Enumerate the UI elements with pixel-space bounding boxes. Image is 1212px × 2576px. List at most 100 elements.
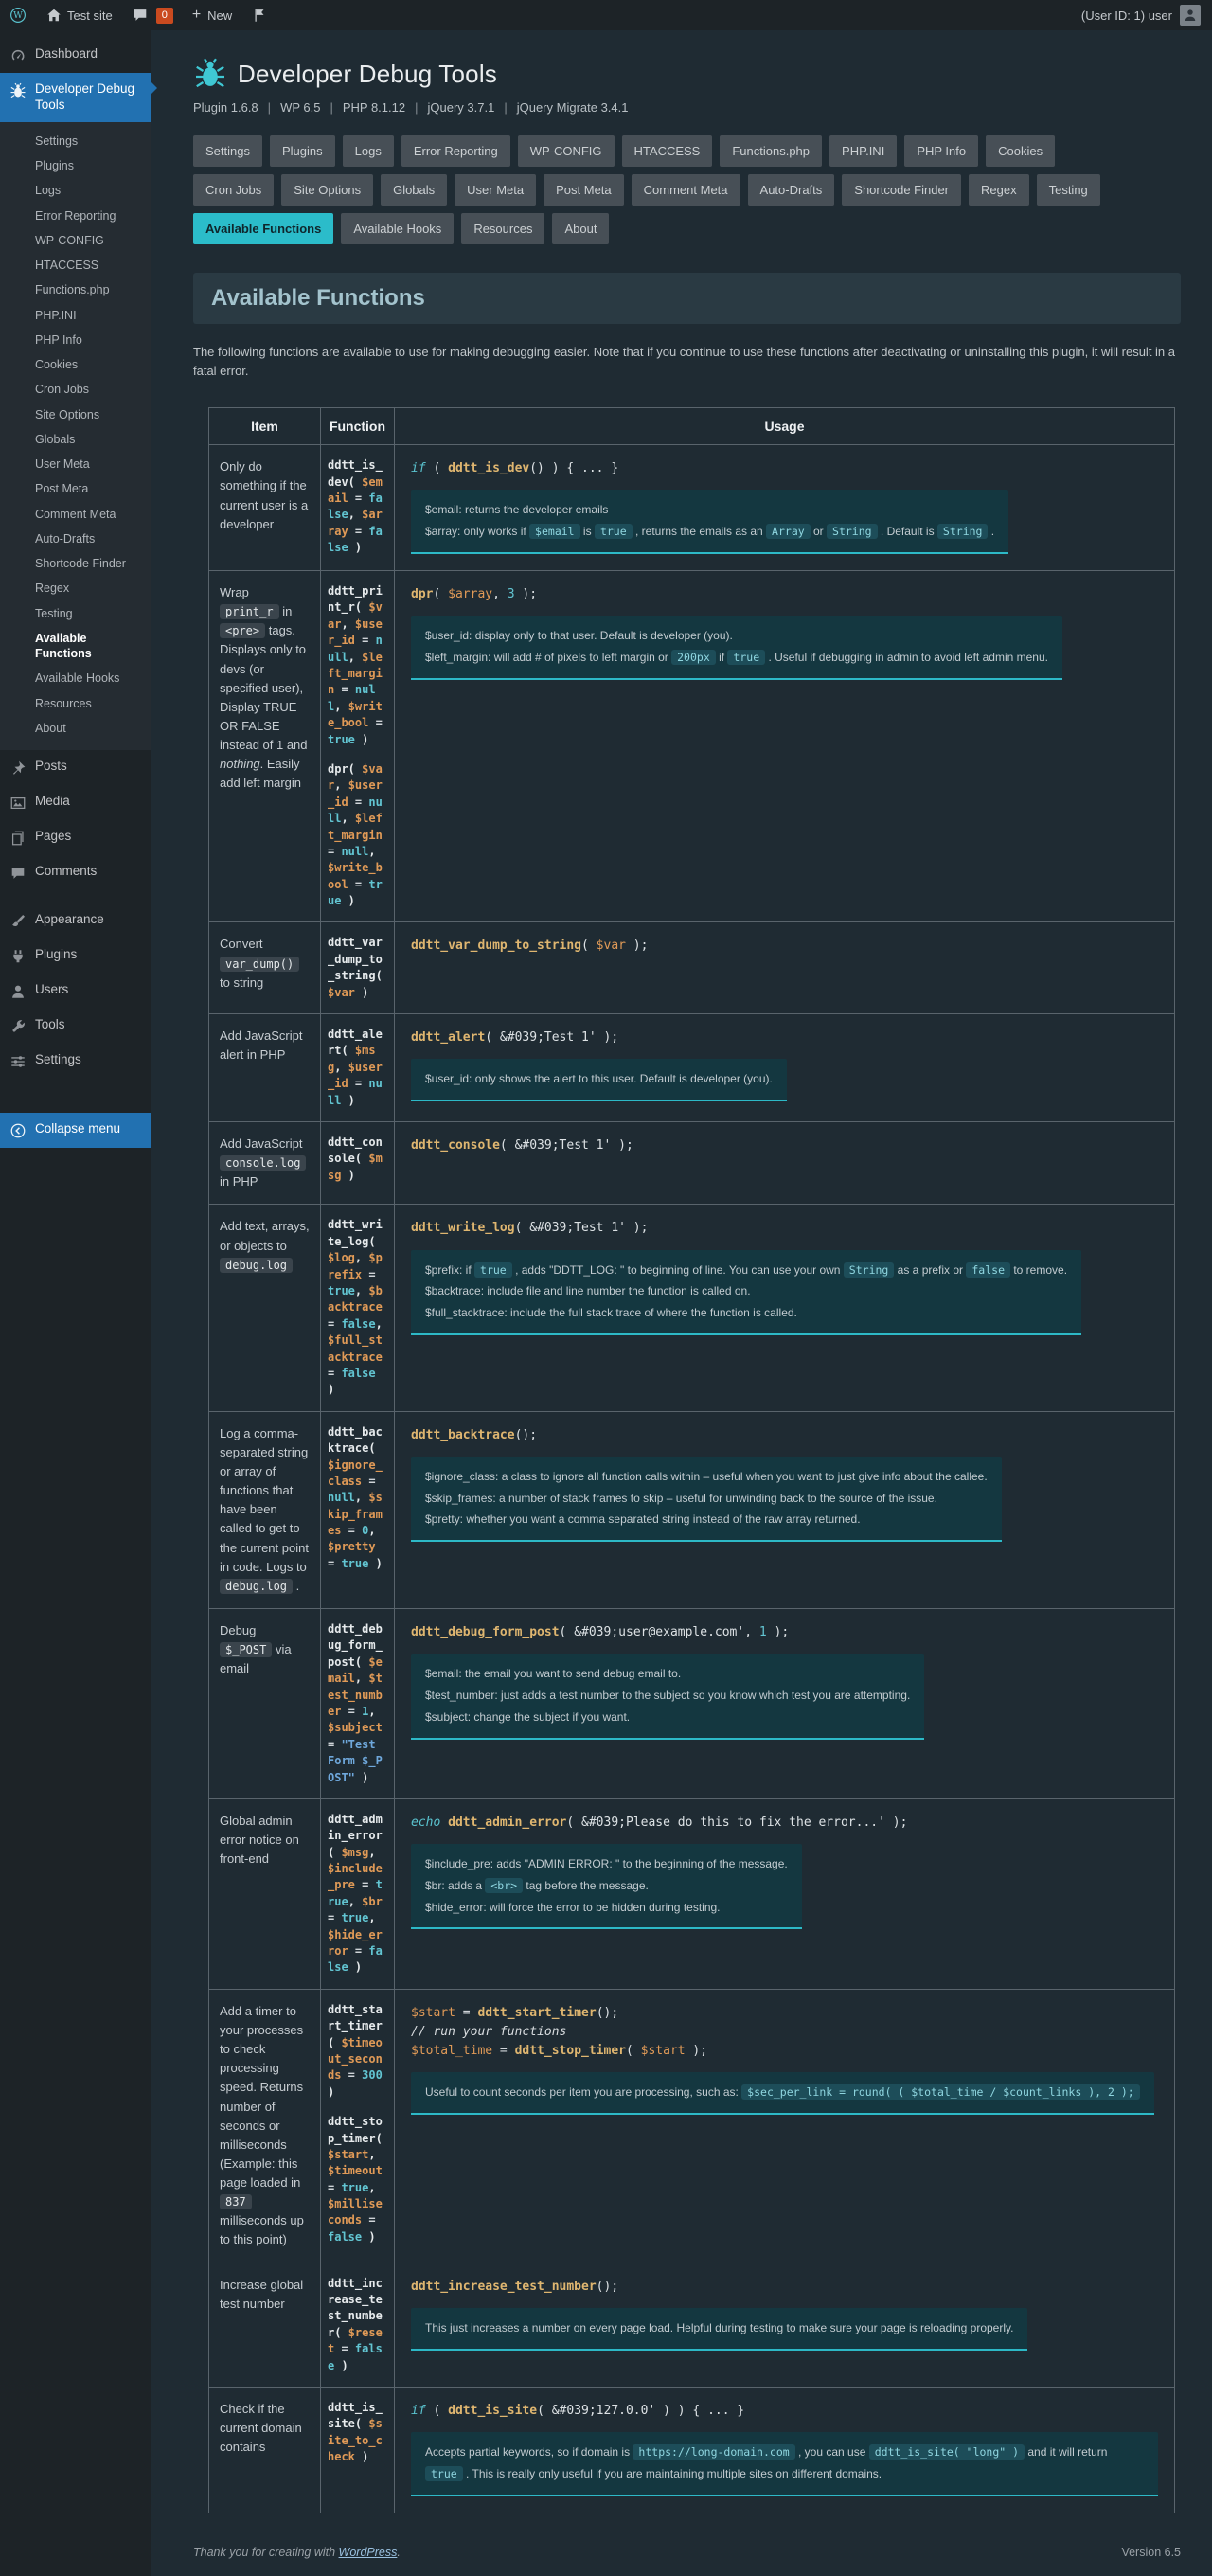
tab-plugins[interactable]: Plugins [269,135,335,167]
sidebar-subitem-available-functions[interactable]: Available Functions [0,626,152,667]
tab-site-options[interactable]: Site Options [281,174,374,206]
tab-post-meta[interactable]: Post Meta [544,174,624,206]
sidebar-item-plugins[interactable]: Plugins [0,939,152,974]
layout: Dashboard Developer Debug Tools Settings… [0,0,1212,2576]
tab-available-functions[interactable]: Available Functions [193,213,334,244]
admin-bar-right: (User ID: 1) user [1081,5,1212,26]
site-name-menu[interactable]: Test site [36,0,122,30]
tab-cron-jobs[interactable]: Cron Jobs [193,174,275,206]
sidebar-item-posts[interactable]: Posts [0,750,152,785]
sidebar-item-media[interactable]: Media [0,785,152,820]
sidebar-item-label: Appearance [35,912,104,926]
user-icon [1183,8,1198,23]
sidebar-item-label: Settings [35,1052,81,1066]
sidebar-subitem-shortcode-finder[interactable]: Shortcode Finder [0,551,152,576]
usage-code-line: dpr( $array, 3 ); [411,587,538,602]
tab-about[interactable]: About [552,213,610,244]
sidebar-subitem-post-meta[interactable]: Post Meta [0,476,152,501]
wordpress-link[interactable]: WordPress [339,2546,398,2559]
sidebar-subitem-functions-php[interactable]: Functions.php [0,277,152,302]
tab-php-ini[interactable]: PHP.INI [829,135,898,167]
usage-code-line: if ( ddtt_is_dev() ) { ... } [411,461,619,476]
meta-item: jQuery 3.7.1 [427,100,495,115]
pages-icon [9,830,27,847]
sidebar-subitem-php-info[interactable]: PHP Info [0,328,152,352]
tab-htaccess[interactable]: HTACCESS [621,135,713,167]
wp-logo-menu[interactable]: W [0,0,36,30]
sidebar-subitem-settings[interactable]: Settings [0,129,152,153]
usage-code-line: ddtt_var_dump_to_string( $var ); [411,939,649,954]
tab-settings[interactable]: Settings [193,135,262,167]
sidebar-subitem-available-hooks[interactable]: Available Hooks [0,666,152,690]
sidebar-subitem-testing[interactable]: Testing [0,601,152,626]
sidebar-subitem-cookies[interactable]: Cookies [0,352,152,377]
sidebar-subitem-wp-config[interactable]: WP-CONFIG [0,228,152,253]
tab-logs[interactable]: Logs [342,135,394,167]
sidebar-subitem-comment-meta[interactable]: Comment Meta [0,502,152,527]
usage-code-line: $total_time = ddtt_stop_timer( $start ); [411,2044,708,2059]
comments-icon [9,865,27,882]
tab-globals[interactable]: Globals [381,174,448,206]
tab-php-info[interactable]: PHP Info [904,135,979,167]
usage-note-box: $include_pre: adds "ADMIN ERROR: " to th… [411,1844,802,1930]
table-row: Add JavaScript alert in PHP ddtt_alert( $… [208,1013,1175,1122]
tab-auto-drafts[interactable]: Auto-Drafts [747,174,835,206]
sidebar-subitem-user-meta[interactable]: User Meta [0,452,152,476]
sidebar-item-dashboard[interactable]: Dashboard [0,38,152,73]
sidebar-item-developer-debug-tools[interactable]: Developer Debug Tools [0,73,157,122]
sidebar-subitem-error-reporting[interactable]: Error Reporting [0,204,152,228]
sidebar-subitem-resources[interactable]: Resources [0,691,152,716]
sidebar-subitem-plugins[interactable]: Plugins [0,153,152,178]
tab-cookies[interactable]: Cookies [986,135,1056,167]
sidebar-subitem-about[interactable]: About [0,716,152,741]
function-cell: ddtt_increase_test_number( $reset = fals… [320,2262,395,2388]
posts-icon [9,760,27,777]
collapse-menu-button[interactable]: Collapse menu [0,1113,152,1148]
usage-code-line: ddtt_backtrace(); [411,1427,538,1442]
sidebar-item-label: Posts [35,759,67,773]
tab-testing[interactable]: Testing [1036,174,1100,206]
tab-shortcode-finder[interactable]: Shortcode Finder [842,174,962,206]
sidebar-subitem-htaccess[interactable]: HTACCESS [0,253,152,277]
sidebar-item-tools[interactable]: Tools [0,1009,152,1044]
usage-note-box: $user_id: display only to that user. Def… [411,616,1062,680]
sidebar-subitem-cron-jobs[interactable]: Cron Jobs [0,377,152,402]
sidebar-item-appearance[interactable]: Appearance [0,903,152,939]
site-name-label: Test site [67,8,113,23]
tab-regex[interactable]: Regex [969,174,1029,206]
function-cell: ddtt_write_log( $log, $prefix = true, $b… [320,1204,395,1412]
sidebar-subitem-logs[interactable]: Logs [0,178,152,203]
usage-cell: echo ddtt_admin_error( &#039;Please do t… [394,1798,1175,1990]
usage-cell: ddtt_write_log( &#039;Test 1' ); $prefix:… [394,1204,1175,1412]
tab-user-meta[interactable]: User Meta [454,174,537,206]
avatar[interactable] [1180,5,1201,26]
item-cell: Wrap print_r in <pre> tags. Displays onl… [208,570,321,923]
tab-comment-meta[interactable]: Comment Meta [631,174,740,206]
new-content-menu[interactable]: + New [183,0,241,30]
sidebar-subitem-regex[interactable]: Regex [0,576,152,600]
table-row: Only do something if the current user is… [208,444,1175,572]
tab-available-hooks[interactable]: Available Hooks [341,213,454,244]
sidebar-subitem-site-options[interactable]: Site Options [0,402,152,427]
sidebar-item-label: Dashboard [35,46,98,61]
item-cell: Debug $_POST via email [208,1607,321,1799]
table-row: Add JavaScript console.log in PHP ddtt_co… [208,1120,1175,1206]
sidebar-subitem-auto-drafts[interactable]: Auto-Drafts [0,527,152,551]
tab-error-reporting[interactable]: Error Reporting [401,135,510,167]
tab-resources[interactable]: Resources [461,213,545,244]
bug-icon [9,82,27,99]
comments-menu[interactable]: 0 [122,0,183,30]
column-header-item: Item [208,407,321,446]
item-cell: Convert var_dump() to string [208,921,321,1015]
sidebar-subitem-globals[interactable]: Globals [0,427,152,452]
tab-functions-php[interactable]: Functions.php [720,135,823,167]
usage-cell: $start = ddtt_start_timer(); // run your … [394,1988,1175,2263]
sidebar-item-users[interactable]: Users [0,974,152,1009]
sidebar-item-comments[interactable]: Comments [0,855,152,890]
ddtt-adminbar-item[interactable] [241,0,277,30]
sidebar-subitem-php-ini[interactable]: PHP.INI [0,303,152,328]
tab-wp-config[interactable]: WP-CONFIG [517,135,615,167]
sidebar-item-settings[interactable]: Settings [0,1044,152,1079]
page-header: Developer Debug Tools [193,57,1181,91]
sidebar-item-pages[interactable]: Pages [0,820,152,855]
